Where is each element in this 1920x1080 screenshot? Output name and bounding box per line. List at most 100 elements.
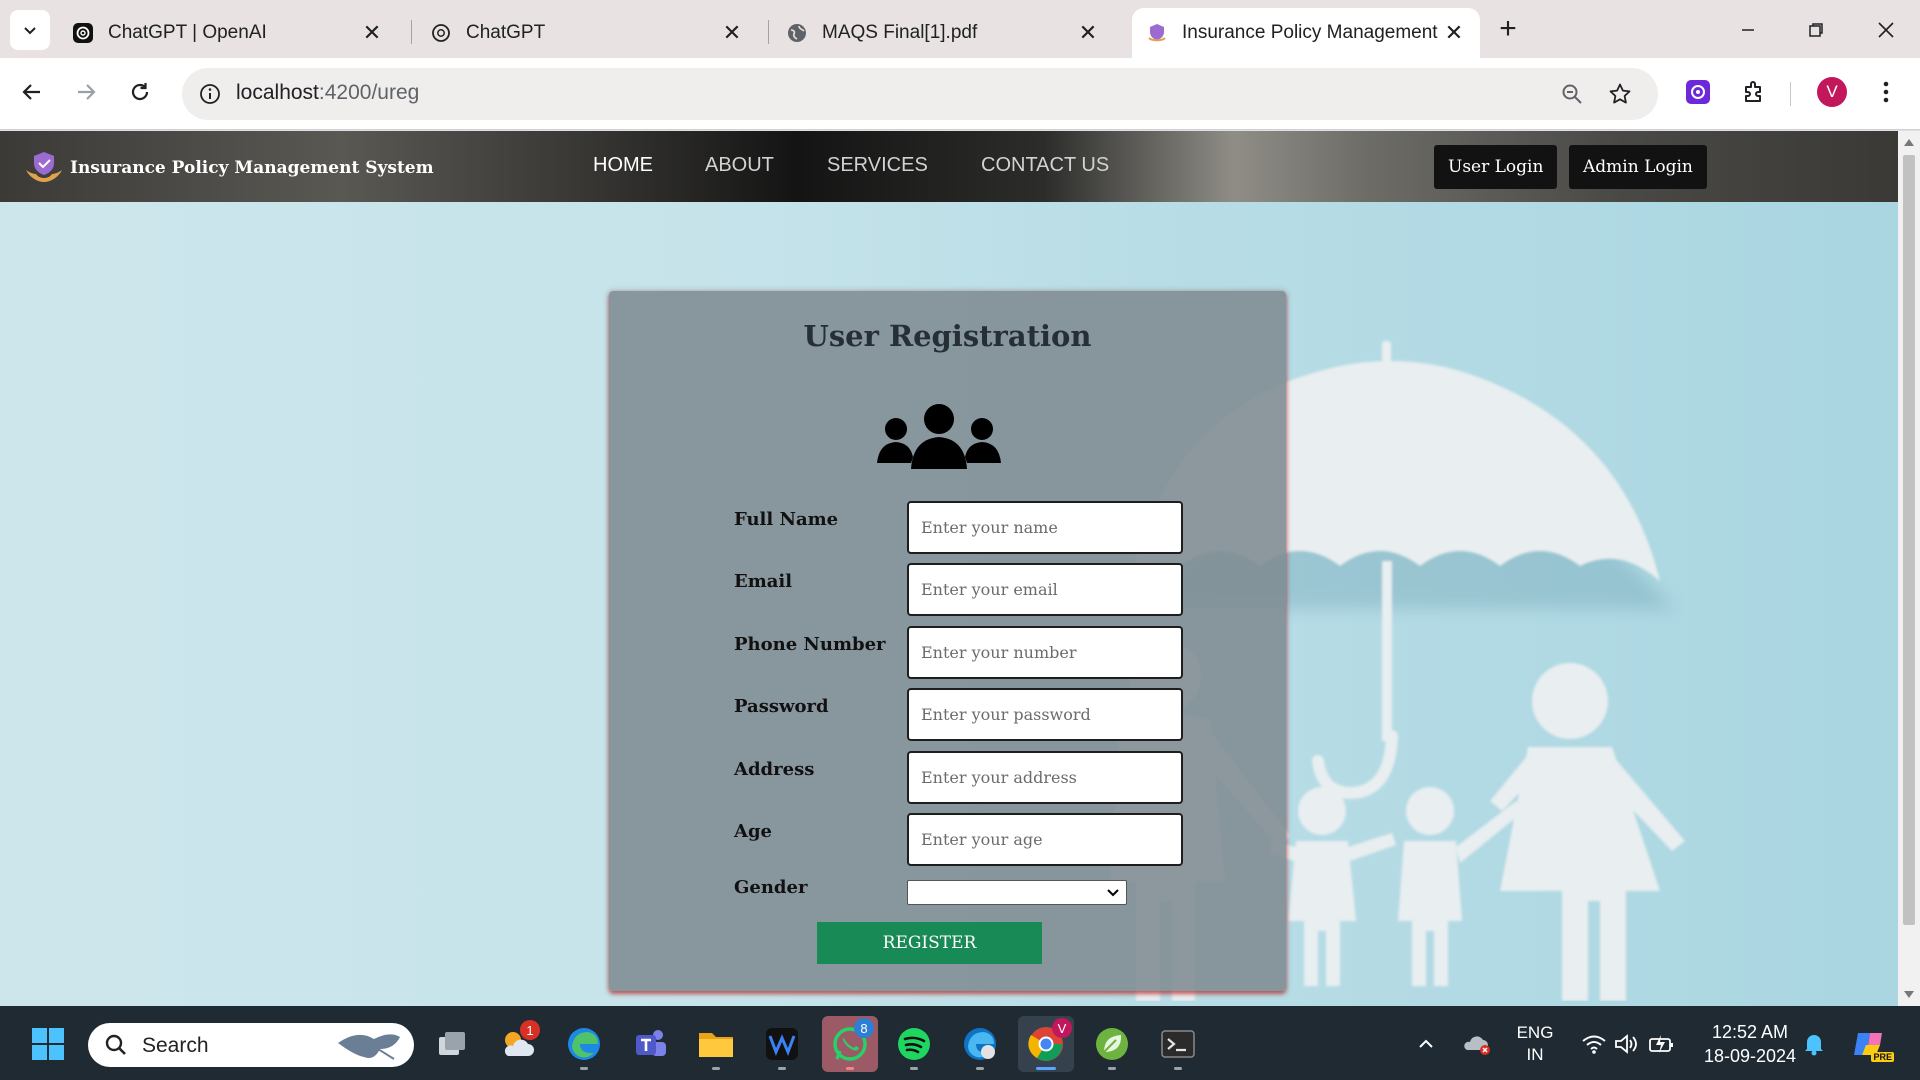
scroll-down-arrow-icon[interactable] (1904, 991, 1914, 998)
weather-badge: 1 (520, 1020, 540, 1040)
speaker-icon (1615, 1034, 1637, 1054)
tab-maqs-pdf[interactable]: MAQS Final[1].pdf ✕ (772, 8, 1114, 58)
tab-chatgpt-openai[interactable]: ChatGPT | OpenAI ✕ (58, 8, 398, 58)
address-bar[interactable]: localhost:4200/ureg (182, 68, 1658, 120)
task-view-icon (439, 1032, 465, 1055)
close-icon[interactable]: ✕ (1442, 20, 1466, 45)
bookmark-star-icon[interactable] (1604, 78, 1636, 110)
tab-insurance-policy-management[interactable]: Insurance Policy Management ✕ (1132, 8, 1480, 58)
openai-icon (72, 22, 94, 44)
extensions-menu-button[interactable] (1736, 74, 1772, 110)
tab-search-button[interactable] (10, 10, 50, 50)
battery-button[interactable] (1640, 1020, 1684, 1068)
teams-app[interactable] (626, 1020, 674, 1068)
tab-chatgpt[interactable]: ChatGPT ✕ (416, 8, 758, 58)
email-input[interactable] (907, 563, 1183, 616)
windows-taskbar: Search 1 8 V ENG IN 12:52 AM 18-09-2024 … (0, 1006, 1920, 1080)
restore-button[interactable] (1796, 12, 1836, 48)
file-explorer-app[interactable] (692, 1020, 740, 1070)
copilot-button[interactable]: PRE (1848, 1020, 1894, 1068)
spring-tool-app[interactable] (1088, 1020, 1136, 1070)
site-info-icon[interactable] (194, 78, 226, 110)
running-indicator (1174, 1067, 1182, 1070)
brand-name: Insurance Policy Management System (70, 158, 434, 178)
address-input[interactable] (907, 751, 1183, 804)
task-view-button[interactable] (428, 1020, 476, 1068)
app-navbar: Insurance Policy Management System HOME … (0, 131, 1898, 202)
input-language-indicator[interactable]: ENG IN (1510, 1022, 1560, 1066)
age-label: Age (734, 821, 773, 842)
start-button[interactable] (24, 1020, 72, 1068)
nav-services[interactable]: SERVICES (827, 154, 928, 177)
onedrive-error-icon (1464, 1036, 1490, 1055)
tab-title: ChatGPT | OpenAI (108, 22, 267, 43)
nav-about[interactable]: ABOUT (705, 154, 774, 177)
extension-button[interactable] (1680, 74, 1716, 110)
email-label: Email (734, 571, 793, 592)
weather-widget[interactable]: 1 (494, 1020, 542, 1068)
search-icon (105, 1034, 126, 1055)
chrome-app[interactable]: V (1018, 1016, 1074, 1072)
profile-button[interactable]: V (1814, 74, 1850, 110)
taskbar-search[interactable]: Search (88, 1023, 414, 1067)
close-icon (1878, 22, 1894, 38)
clock-date: 18-09-2024 (1703, 1046, 1797, 1066)
copilot-pre-label: PRE (1871, 1052, 1894, 1062)
whatsapp-badge: 8 (854, 1018, 874, 1038)
region-code: IN (1526, 1045, 1544, 1064)
tab-title: Insurance Policy Management (1182, 22, 1438, 43)
phone-number-input[interactable] (907, 626, 1183, 679)
edge-profile-icon (964, 1028, 996, 1060)
url-text[interactable]: localhost:4200/ureg (236, 81, 419, 105)
nav-home[interactable]: HOME (593, 154, 653, 177)
users-group-icon (877, 404, 1001, 469)
reload-button[interactable] (120, 72, 160, 112)
clock[interactable]: 12:52 AM 18-09-2024 (1694, 1020, 1806, 1068)
puzzle-icon (1745, 81, 1761, 102)
forward-button[interactable] (66, 72, 106, 112)
edge-profile-app[interactable] (956, 1020, 1004, 1070)
edge-app[interactable] (560, 1020, 608, 1070)
page-scrollbar[interactable] (1898, 131, 1920, 1006)
scrollbar-thumb[interactable] (1903, 155, 1915, 925)
new-tab-button[interactable]: + (1492, 14, 1524, 46)
brand[interactable]: Insurance Policy Management System (24, 150, 434, 186)
nav-contact-us[interactable]: CONTACT US (981, 154, 1109, 177)
show-hidden-icons-button[interactable] (1406, 1020, 1446, 1068)
running-indicator (846, 1067, 854, 1070)
full-name-label: Full Name (734, 509, 839, 530)
minimize-button[interactable] (1728, 12, 1768, 48)
leaf-icon (1096, 1028, 1128, 1060)
close-icon[interactable]: ✕ (1076, 20, 1100, 45)
gender-select[interactable] (907, 880, 1127, 905)
chrome-profile-badge: V (1052, 1018, 1072, 1038)
password-input[interactable] (907, 688, 1183, 741)
close-icon[interactable]: ✕ (720, 20, 744, 45)
onedrive-tray-button[interactable] (1456, 1020, 1500, 1068)
close-window-button[interactable] (1866, 12, 1906, 48)
full-name-input[interactable] (907, 501, 1183, 554)
clock-time: 12:52 AM (1711, 1022, 1789, 1042)
edge-icon (568, 1028, 600, 1060)
admin-login-button[interactable]: Admin Login (1569, 145, 1707, 189)
browser-menu-button[interactable] (1868, 74, 1904, 110)
close-icon[interactable]: ✕ (360, 20, 384, 45)
user-login-button[interactable]: User Login (1434, 145, 1558, 189)
running-indicator (910, 1067, 918, 1070)
spotify-app[interactable] (890, 1020, 938, 1070)
tab-separator (411, 20, 412, 44)
scroll-up-arrow-icon[interactable] (1904, 139, 1914, 146)
age-input[interactable] (907, 813, 1183, 866)
zoom-icon[interactable] (1556, 78, 1588, 110)
language-code: ENG (1516, 1023, 1554, 1042)
webstorm-app[interactable] (758, 1020, 806, 1070)
openai-icon (430, 22, 452, 44)
site-shield-icon (1146, 22, 1168, 44)
running-indicator (1036, 1067, 1056, 1070)
search-label: Search (142, 1034, 209, 1057)
terminal-app[interactable] (1154, 1020, 1202, 1070)
whatsapp-app[interactable]: 8 (822, 1016, 878, 1072)
notifications-button[interactable] (1794, 1020, 1834, 1068)
back-button[interactable] (12, 72, 52, 112)
register-button[interactable]: REGISTER (817, 922, 1042, 964)
